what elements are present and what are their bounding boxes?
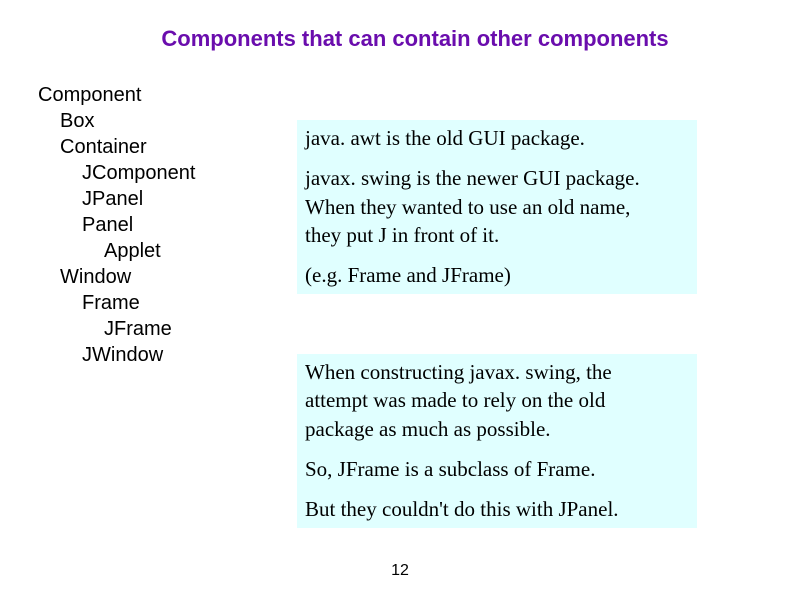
info-box-top: java. awt is the old GUI package. javax.… [297,120,697,294]
hierarchy-item: JWindow [38,342,195,368]
info-text: So, JFrame is a subclass of Frame. [305,455,691,483]
hierarchy-item: Frame [38,290,195,316]
hierarchy-item: JComponent [38,160,195,186]
hierarchy-item: Container [38,134,195,160]
info-text: When they wanted to use an old name, [305,193,691,221]
page-number: 12 [0,562,800,580]
class-hierarchy: Component Box Container JComponent JPane… [38,82,195,368]
slide-title: Components that can contain other compon… [0,26,800,52]
hierarchy-item: Box [38,108,195,134]
hierarchy-item: Component [38,82,195,108]
info-text: When constructing javax. swing, the [305,358,691,386]
info-text: (e.g. Frame and JFrame) [305,261,691,289]
hierarchy-item: JPanel [38,186,195,212]
info-text: javax. swing is the newer GUI package. [305,164,691,192]
info-text: they put J in front of it. [305,221,691,249]
hierarchy-item: Panel [38,212,195,238]
hierarchy-item: Window [38,264,195,290]
hierarchy-item: Applet [38,238,195,264]
info-text: attempt was made to rely on the old [305,386,691,414]
info-text: java. awt is the old GUI package. [305,124,691,152]
hierarchy-item: JFrame [38,316,195,342]
info-text: But they couldn't do this with JPanel. [305,495,691,523]
info-box-bottom: When constructing javax. swing, the atte… [297,354,697,528]
info-text: package as much as possible. [305,415,691,443]
